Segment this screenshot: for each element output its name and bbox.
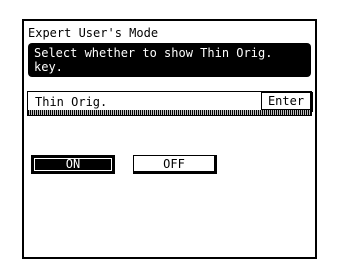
message-box: Select whether to show Thin Orig. key. bbox=[28, 43, 311, 77]
header-stripe bbox=[28, 110, 311, 115]
setting-label: Thin Orig. bbox=[35, 95, 108, 109]
enter-button[interactable]: Enter bbox=[261, 92, 313, 112]
mode-title: Expert User's Mode bbox=[28, 26, 159, 40]
touch-panel-screen: Expert User's Mode Select whether to sho… bbox=[22, 19, 317, 259]
on-button[interactable]: ON bbox=[31, 155, 115, 174]
off-button[interactable]: OFF bbox=[133, 155, 217, 174]
setting-header: Thin Orig. Enter bbox=[27, 91, 313, 116]
